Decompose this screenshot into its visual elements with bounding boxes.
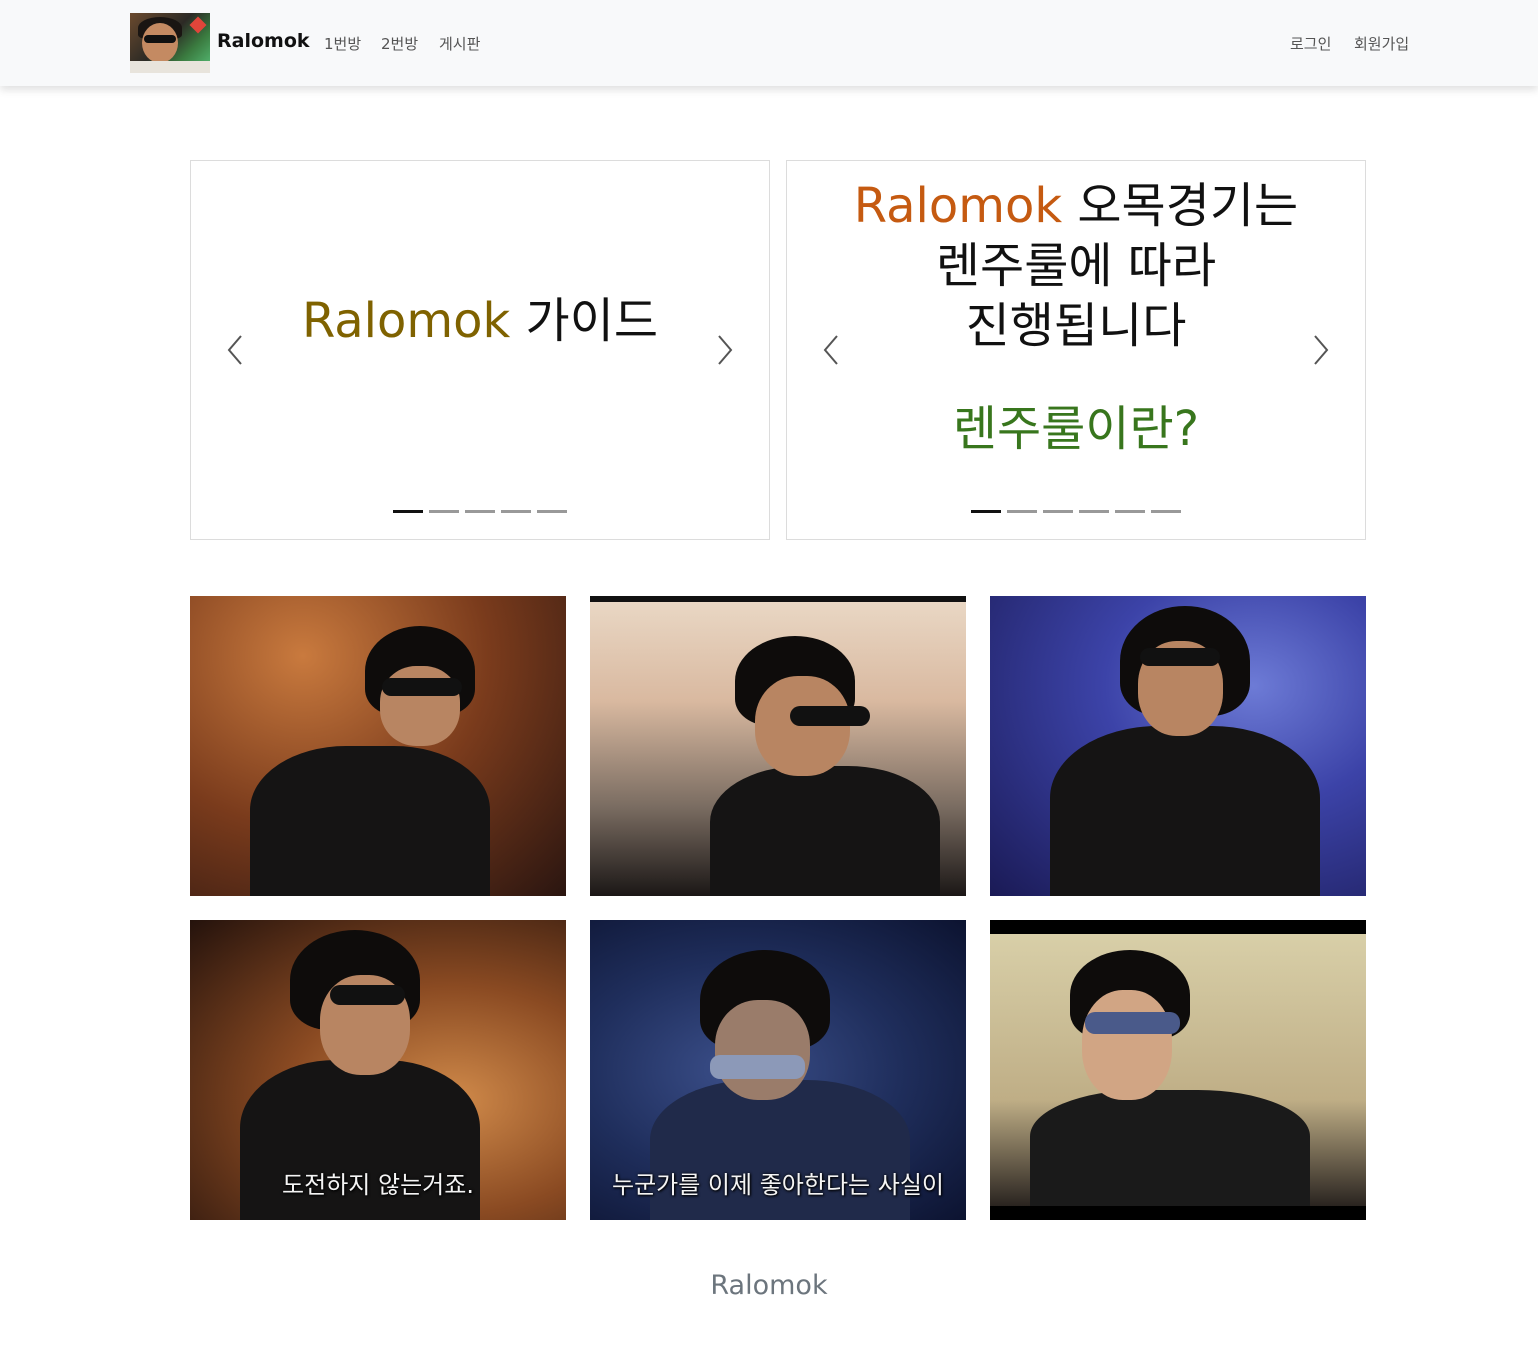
carousel-indicator[interactable] — [393, 510, 423, 513]
carousel-indicator[interactable] — [1151, 510, 1181, 513]
carousel-indicator[interactable] — [1007, 510, 1037, 513]
chevron-left-icon — [823, 335, 838, 365]
carousel-prev-button[interactable] — [819, 333, 843, 367]
logo-bow-shape — [189, 16, 207, 34]
renju-line2: 렌주룰에 따라 — [935, 238, 1217, 294]
figure-body — [1030, 1090, 1310, 1206]
carousel-indicator[interactable] — [971, 510, 1001, 513]
nav-link-board[interactable]: 게시판 — [439, 33, 480, 54]
figure-face — [1082, 990, 1172, 1100]
nav-link-login[interactable]: 로그인 — [1290, 33, 1331, 54]
figure-glasses — [1140, 648, 1220, 666]
guide-carousel: Ralomok 가이드 — [190, 160, 770, 540]
gallery-image[interactable] — [190, 596, 566, 896]
figure-body — [710, 766, 940, 896]
brand-logo-image[interactable] — [130, 13, 210, 73]
carousel-indicator[interactable] — [1043, 510, 1073, 513]
logo-glasses-shape — [144, 35, 176, 43]
renju-line3: 진행됩니다 — [965, 298, 1187, 354]
guide-title-accent: Ralomok — [301, 293, 511, 349]
figure-glasses — [382, 678, 462, 696]
figure-glasses — [330, 985, 405, 1005]
video-caption: 도전하지 않는거죠. — [282, 1171, 474, 1199]
renju-line1-rest: 오목경기는 — [1062, 178, 1299, 234]
chevron-right-icon — [1314, 335, 1329, 365]
nav-link-signup[interactable]: 회원가입 — [1354, 33, 1409, 54]
brand-name-link[interactable]: Ralomok — [217, 30, 310, 52]
gallery-image[interactable] — [590, 596, 966, 896]
chevron-left-icon — [227, 335, 242, 365]
figure-face — [755, 676, 850, 776]
carousel-prev-button[interactable] — [223, 333, 247, 367]
figure-glasses — [1085, 1012, 1180, 1034]
nav-link-room2[interactable]: 2번방 — [381, 33, 418, 54]
video-caption: 누군가를 이제 좋아한다는 사실이 — [611, 1171, 944, 1199]
navbar: Ralomok 1번방 2번방 게시판 로그인 회원가입 — [0, 0, 1538, 86]
figure-glasses — [710, 1055, 805, 1079]
carousel-indicator[interactable] — [501, 510, 531, 513]
carousel-indicators — [191, 510, 769, 513]
guide-title-rest: 가이드 — [510, 293, 659, 349]
figure-glasses — [790, 706, 870, 726]
renju-question: 렌주룰이란? — [952, 401, 1200, 457]
logo-shirt-shape — [130, 61, 210, 73]
carousel-indicator[interactable] — [429, 510, 459, 513]
guide-slide-title: Ralomok 가이드 — [191, 281, 769, 351]
gallery-image[interactable]: 도전하지 않는거죠. — [190, 920, 566, 1220]
renju-carousel: Ralomok 오목경기는 렌주룰에 따라 진행됩니다 렌주룰이란? — [786, 160, 1366, 540]
gallery-image[interactable] — [990, 596, 1366, 896]
footer-text: Ralomok — [710, 1270, 828, 1301]
gallery-image[interactable]: 누군가를 이제 좋아한다는 사실이 — [590, 920, 966, 1220]
chevron-right-icon — [718, 335, 733, 365]
carousel-indicator[interactable] — [1115, 510, 1145, 513]
figure-body — [1050, 726, 1320, 896]
carousel-indicators — [787, 510, 1365, 513]
carousel-indicator[interactable] — [465, 510, 495, 513]
carousel-next-button[interactable] — [713, 333, 737, 367]
renju-line1-accent: Ralomok — [853, 178, 1063, 234]
nav-link-room1[interactable]: 1번방 — [324, 33, 361, 54]
renju-line1: Ralomok 오목경기는 — [787, 176, 1365, 236]
figure-body — [250, 746, 490, 896]
logo-face-shape — [142, 23, 178, 63]
carousel-indicator[interactable] — [537, 510, 567, 513]
carousel-indicator[interactable] — [1079, 510, 1109, 513]
carousel-next-button[interactable] — [1309, 333, 1333, 367]
gallery-image[interactable] — [990, 920, 1366, 1220]
figure-face — [715, 1000, 810, 1100]
